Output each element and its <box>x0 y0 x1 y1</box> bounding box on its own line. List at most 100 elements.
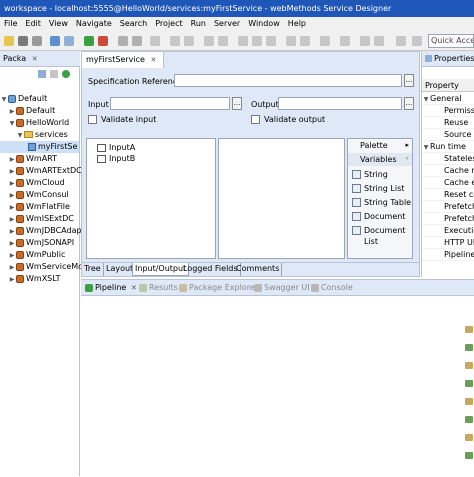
perspective-icon[interactable] <box>412 36 422 46</box>
transformer-icon[interactable] <box>465 380 473 387</box>
loop-icon[interactable] <box>252 36 262 46</box>
set-value-icon[interactable] <box>465 344 473 351</box>
menu-run[interactable]: Run <box>187 17 210 31</box>
tree-item-default[interactable]: ▶ Default <box>0 105 56 117</box>
property-row[interactable]: Stateles <box>422 153 474 165</box>
property-row[interactable]: Prefetch <box>422 201 474 213</box>
lock-icon[interactable] <box>64 36 74 46</box>
tree-item-wmjdbcadapter[interactable]: ▶ WmJDBCAdap <box>0 225 82 237</box>
tree-item-helloworld[interactable]: ▼ HelloWorld <box>0 117 70 129</box>
drop-icon[interactable] <box>465 362 473 369</box>
tab-swagger-ui[interactable]: Swagger UI <box>254 280 310 296</box>
palette-item-string-list[interactable]: String List <box>352 183 404 194</box>
move-up-icon[interactable] <box>204 36 214 46</box>
save-icon[interactable] <box>18 36 28 46</box>
tree-item-wmservicemock[interactable]: ▶ WmServiceMo <box>0 261 83 273</box>
collapse-icon[interactable]: ▶ <box>8 106 16 117</box>
save-all-icon[interactable] <box>32 36 42 46</box>
palette-item-string[interactable]: String <box>352 169 388 180</box>
palette-item-document-list[interactable]: Document List <box>352 225 406 247</box>
collapse-group-icon[interactable]: ◦ <box>405 153 409 166</box>
layout-icon[interactable] <box>465 452 473 459</box>
collapse-icon[interactable]: ▶ <box>8 190 16 201</box>
property-row[interactable]: Prefetch <box>422 213 474 225</box>
property-row[interactable]: Cache re <box>422 165 474 177</box>
package-navigator-tab[interactable]: Packa ✕ <box>0 51 80 67</box>
editor-tab-myfirstservice[interactable]: myFirstService ✕ <box>82 52 164 68</box>
tree-item-wmartextdc[interactable]: ▶ WmARTExtDC <box>0 165 82 177</box>
validate-output-checkbox[interactable] <box>251 115 260 124</box>
tree-item-myfirstservice[interactable]: myFirstSe <box>0 141 79 153</box>
output-signature-pane[interactable] <box>218 138 345 259</box>
branch-icon[interactable] <box>238 36 248 46</box>
invoke-icon[interactable] <box>340 36 350 46</box>
collapse-icon[interactable]: ▶ <box>8 166 16 177</box>
collapse-icon[interactable]: ▶ <box>8 250 16 261</box>
input-browse-button[interactable]: ... <box>232 97 242 110</box>
forward-icon[interactable] <box>374 36 384 46</box>
palette-item-string-table[interactable]: String Table <box>352 197 411 208</box>
link-editor-icon[interactable] <box>50 70 58 78</box>
close-icon[interactable]: ✕ <box>131 284 137 292</box>
spec-reference-browse-button[interactable]: ... <box>404 74 414 87</box>
tree-item-services[interactable]: ▼ services <box>0 129 68 141</box>
expand-icon[interactable]: ▼ <box>422 94 430 104</box>
unlink-icon[interactable] <box>465 416 473 423</box>
step-into-icon[interactable] <box>132 36 142 46</box>
collapse-icon[interactable]: ▶ <box>8 262 16 273</box>
output-browse-button[interactable]: ... <box>404 97 414 110</box>
collapse-icon[interactable]: ▶ <box>8 238 16 249</box>
menu-view[interactable]: View <box>45 17 72 31</box>
tab-results[interactable]: Results <box>139 280 178 296</box>
tab-package-explorer[interactable]: Package Explorer <box>179 280 258 296</box>
refresh-server-icon[interactable] <box>62 70 70 78</box>
menu-window[interactable]: Window <box>244 17 284 31</box>
menu-server[interactable]: Server <box>210 17 244 31</box>
spec-reference-input[interactable] <box>174 74 402 87</box>
step-over-icon[interactable] <box>118 36 128 46</box>
menu-file[interactable]: File <box>0 17 21 31</box>
indent-icon[interactable] <box>170 36 180 46</box>
property-row[interactable]: Reuse <box>422 117 474 129</box>
collapse-all-icon[interactable] <box>38 70 46 78</box>
map-tool-icon[interactable] <box>465 326 473 333</box>
property-row[interactable]: Pipeline <box>422 249 474 261</box>
validate-input-checkbox[interactable] <box>88 115 97 124</box>
tree-item-wmxslt[interactable]: ▶ WmXSLT <box>0 273 61 285</box>
menu-project[interactable]: Project <box>151 17 186 31</box>
back-icon[interactable] <box>360 36 370 46</box>
sequence-icon[interactable] <box>286 36 296 46</box>
tree-item-wmisextdc[interactable]: ▶ WmISExtDC <box>0 213 74 225</box>
menu-help[interactable]: Help <box>284 17 310 31</box>
link-icon[interactable] <box>465 398 473 405</box>
tree-item-wmart[interactable]: ▶ WmART <box>0 153 57 165</box>
tree-item-wmconsul[interactable]: ▶ WmConsul <box>0 189 69 201</box>
tab-comments[interactable]: Comments <box>234 263 283 276</box>
property-row[interactable]: HTTP UR <box>422 237 474 249</box>
collapse-icon[interactable]: ▶ <box>8 202 16 213</box>
debug-icon[interactable] <box>98 36 108 46</box>
property-row[interactable]: Source U <box>422 129 474 141</box>
property-group-general[interactable]: ▼ General <box>422 93 474 105</box>
palette-menu-icon[interactable]: ▸ <box>405 139 409 152</box>
property-group-runtime[interactable]: ▼ Run time <box>422 141 474 153</box>
menu-search[interactable]: Search <box>116 17 151 31</box>
nav-icon[interactable] <box>396 36 406 46</box>
menu-navigate[interactable]: Navigate <box>72 17 116 31</box>
collapse-icon[interactable]: ▶ <box>8 178 16 189</box>
output-spec-field[interactable] <box>278 97 402 110</box>
menu-edit[interactable]: Edit <box>21 17 45 31</box>
expand-icon[interactable]: ▼ <box>16 130 24 141</box>
input-variable-row[interactable]: InputB <box>97 153 135 164</box>
palette-header[interactable]: Palette ▸ <box>348 139 412 152</box>
tree-item-wmjsonapi[interactable]: ▶ WmJSONAPI <box>0 237 74 249</box>
tree-item-wmcloud[interactable]: ▶ WmCloud <box>0 177 65 189</box>
expand-icon[interactable]: ▼ <box>422 142 430 152</box>
move-down-icon[interactable] <box>218 36 228 46</box>
tree-item-wmflatfile[interactable]: ▶ WmFlatFile <box>0 201 70 213</box>
close-icon[interactable]: ✕ <box>150 56 156 64</box>
quick-access-input[interactable]: Quick Access <box>428 34 474 48</box>
exit-icon[interactable] <box>300 36 310 46</box>
palette-group-variables[interactable]: Variables ◦ <box>348 153 412 166</box>
collapse-icon[interactable]: ▶ <box>8 154 16 165</box>
